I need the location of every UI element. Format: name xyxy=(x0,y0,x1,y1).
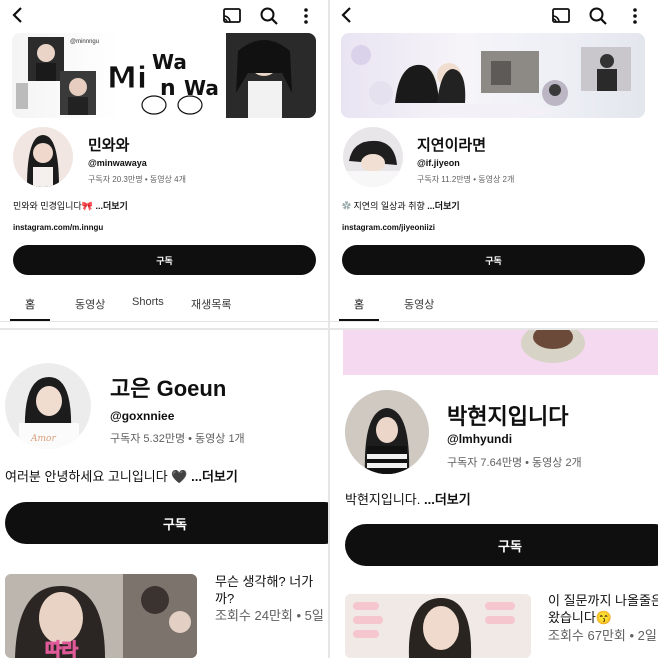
channel-description[interactable]: 박현지입니다. ...더보기 xyxy=(345,489,471,508)
tab-home[interactable]: 홈 xyxy=(354,296,364,312)
description-text: 지연의 일상과 취향 xyxy=(353,201,425,211)
channel-panel-goeun: Amor 고은 Goeun @goxnniee 구독자 5.32만명 • 동영상… xyxy=(0,329,329,658)
description-text: 여러분 안녕하세요 고니입니다 🖤 xyxy=(5,469,188,484)
cast-icon[interactable] xyxy=(222,7,242,25)
channel-tabs: 홈 동영상 xyxy=(329,288,658,322)
video-title-line-1: 이 질문까지 나올줄은 xyxy=(548,593,658,608)
banner-strip xyxy=(343,329,658,375)
subscribe-button[interactable]: 구독 xyxy=(345,524,658,566)
video-title-line-1: 무슨 생각해? 너가 xyxy=(215,574,314,589)
channel-name: 지연이라면 xyxy=(417,137,487,154)
channel-name: 민와와 xyxy=(88,137,130,154)
back-arrow-icon[interactable] xyxy=(8,5,28,25)
external-link[interactable]: instagram.com/m.inngu xyxy=(13,223,103,232)
channel-panel-hyunji: 박현지입니다 @lmhyundi 구독자 7.64만명 • 동영상 2개 박현지… xyxy=(329,329,658,658)
cast-icon[interactable] xyxy=(551,7,571,25)
top-bar xyxy=(0,0,329,30)
active-tab-indicator xyxy=(339,319,379,321)
channel-handle: @lmhyundi xyxy=(447,432,513,446)
bubble-icon: ✿ xyxy=(342,201,354,211)
video-title[interactable]: 무슨 생각해? 너가 까? xyxy=(215,573,313,607)
svg-text:Wa: Wa xyxy=(152,50,187,74)
channel-description[interactable]: 민와와 민경입니다🎀 ...더보기 xyxy=(13,199,128,212)
tab-shorts[interactable]: Shorts xyxy=(132,296,164,308)
more-vert-icon[interactable] xyxy=(625,6,645,26)
more-link[interactable]: ...더보기 xyxy=(424,492,471,507)
channel-stats: 구독자 7.64만명 • 동영상 2개 xyxy=(447,457,582,469)
svg-text:따라: 따라 xyxy=(45,640,79,658)
svg-text:n: n xyxy=(160,76,176,101)
channel-stats: 구독자 20.3만명 • 동영상 4개 xyxy=(88,175,186,184)
top-bar xyxy=(329,0,658,30)
channel-handle: @minwawaya xyxy=(88,158,147,168)
channel-description[interactable]: 여러분 안녕하세요 고니입니다 🖤 ...더보기 xyxy=(5,466,238,485)
channel-panel-jiyeon: 지연이라면 @if.jiyeon 구독자 11.2만명 • 동영상 2개 ✿ 지… xyxy=(329,0,658,329)
channel-stats: 구독자 5.32만명 • 동영상 1개 xyxy=(110,433,245,445)
back-arrow-icon[interactable] xyxy=(337,5,357,25)
more-link[interactable]: ...더보기 xyxy=(95,201,127,211)
channel-panel-minwawa: Mi Wa n Wa @minnngu 민와와 @minwawaya 구독자 2… xyxy=(0,0,329,329)
tab-videos[interactable]: 동영상 xyxy=(404,296,434,312)
channel-handle: @if.jiyeon xyxy=(417,158,460,168)
channel-description[interactable]: ✿ 지연의 일상과 취향 ...더보기 xyxy=(342,199,460,212)
subscribe-button[interactable]: 구독 xyxy=(342,245,645,275)
video-meta: 조회수 67만회 • 2일 xyxy=(548,628,657,643)
description-text: 박현지입니다. xyxy=(345,492,421,507)
search-icon[interactable] xyxy=(259,6,279,26)
channel-tabs: 홈 동영상 Shorts 재생목록 xyxy=(0,288,329,322)
more-link[interactable]: ...더보기 xyxy=(191,469,238,484)
subscribe-button[interactable]: 구독 xyxy=(5,502,329,544)
channel-avatar[interactable] xyxy=(13,127,73,187)
channel-avatar[interactable]: Amor xyxy=(5,363,91,449)
svg-text:Mi: Mi xyxy=(107,61,147,96)
video-thumbnail[interactable] xyxy=(345,594,531,658)
panel-divider-horizontal xyxy=(0,328,658,330)
active-tab-indicator xyxy=(10,319,50,321)
banner-tag: @minnngu xyxy=(70,39,100,45)
more-link[interactable]: ...더보기 xyxy=(427,201,459,211)
channel-avatar[interactable] xyxy=(343,127,403,187)
tab-home[interactable]: 홈 xyxy=(25,296,35,312)
tab-playlists[interactable]: 재생목록 xyxy=(191,296,231,312)
tab-videos[interactable]: 동영상 xyxy=(75,296,105,312)
svg-text:Amor: Amor xyxy=(30,434,56,444)
channel-stats: 구독자 11.2만명 • 동영상 2개 xyxy=(417,175,515,184)
search-icon[interactable] xyxy=(588,6,608,26)
video-meta: 조회수 24만회 • 5일 xyxy=(215,608,324,623)
banner-artwork xyxy=(351,45,631,118)
channel-avatar[interactable] xyxy=(345,390,429,474)
channel-banner xyxy=(341,33,645,118)
video-thumbnail[interactable]: 따라 xyxy=(5,574,197,658)
subscribe-button[interactable]: 구독 xyxy=(13,245,316,275)
more-vert-icon[interactable] xyxy=(296,6,316,26)
channel-name: 고은 Goeun xyxy=(110,376,227,401)
video-title[interactable]: 이 질문까지 나올줄은 왔습니다😙 xyxy=(548,592,658,626)
channel-handle: @goxnniee xyxy=(110,409,175,423)
channel-name: 박현지입니다 xyxy=(447,404,569,429)
external-link[interactable]: instagram.com/jiyeoniizi xyxy=(342,223,435,232)
description-text: 민와와 민경입니다🎀 xyxy=(13,201,93,211)
banner-artwork: Mi Wa n Wa xyxy=(16,33,316,118)
channel-banner: Mi Wa n Wa @minnngu xyxy=(12,33,316,118)
video-title-line-2: 왔습니다😙 xyxy=(548,610,613,625)
